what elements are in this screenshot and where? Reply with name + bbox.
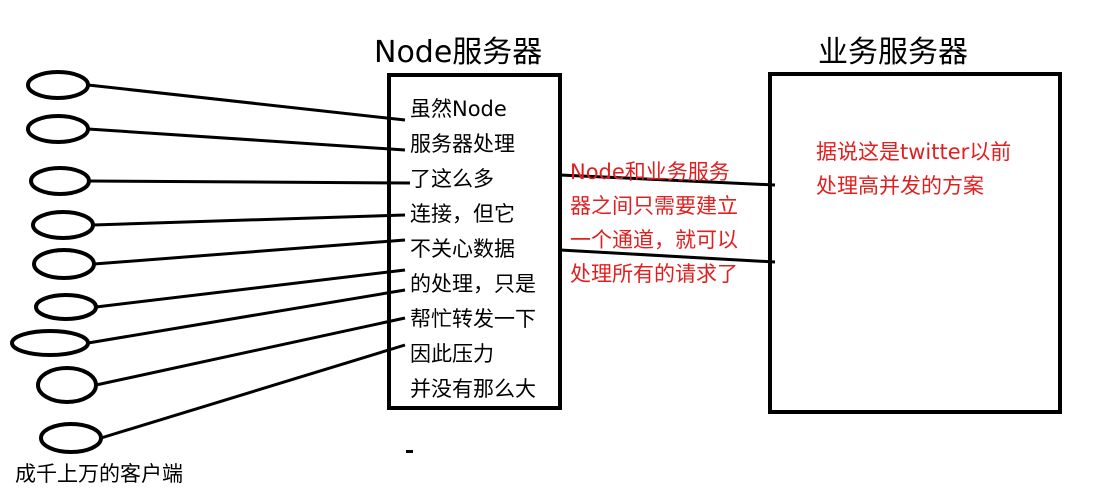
node-server-line: 帮忙转发一下 [410, 307, 536, 331]
client-ellipse [34, 293, 98, 321]
business-server-box [768, 72, 1062, 414]
node-server-text: 虽然Node 服务器处理 了这么多 连接，但它 不关心数据 的处理，只是 帮忙转… [410, 92, 536, 407]
business-note-line: 据说这是twitter以前 [816, 140, 1012, 164]
clients-caption: 成千上万的客户端 [15, 462, 183, 486]
business-note-line: 处理高并发的方案 [816, 174, 984, 198]
client-ellipse [26, 70, 90, 100]
channel-note: Node和业务服务 器之间只需要建立 一个通道，就可以 处理所有的请求了 [570, 155, 738, 291]
node-server-line: 服务器处理 [410, 132, 515, 156]
client-ellipse [32, 248, 96, 280]
stray-dash-mark [406, 450, 413, 453]
node-server-line: 虽然Node [410, 97, 507, 121]
client-ellipse [39, 422, 103, 454]
business-server-note: 据说这是twitter以前 处理高并发的方案 [816, 135, 1011, 203]
connection-line [87, 288, 406, 345]
node-server-line: 连接，但它 [410, 202, 515, 226]
connection-line [87, 83, 406, 122]
client-connection-lines [87, 83, 411, 440]
connection-line [95, 268, 406, 309]
channel-note-line: Node和业务服务 [570, 160, 730, 184]
connection-line [88, 179, 411, 185]
connection-line [93, 238, 406, 266]
node-server-title: Node服务器 [374, 35, 543, 70]
node-server-line: 因此压力 [410, 342, 494, 366]
connection-line [95, 316, 406, 387]
node-server-line: 的处理，只是 [410, 272, 536, 296]
connection-line [100, 343, 406, 440]
client-ellipse [36, 366, 98, 404]
node-server-line: 并没有那么大 [410, 377, 536, 401]
channel-note-line: 处理所有的请求了 [570, 262, 738, 286]
channel-note-line: 器之间只需要建立 [570, 194, 738, 218]
client-ellipse [31, 210, 95, 240]
client-ellipse [26, 114, 90, 144]
connection-line [87, 127, 406, 152]
node-server-line: 了这么多 [410, 167, 494, 191]
channel-note-line: 一个通道，就可以 [570, 228, 738, 252]
client-group [10, 70, 103, 454]
connection-line [92, 213, 406, 227]
node-server-line: 不关心数据 [410, 237, 515, 261]
business-server-title: 业务服务器 [818, 35, 968, 70]
client-ellipse [29, 166, 91, 196]
client-ellipse [10, 329, 90, 357]
